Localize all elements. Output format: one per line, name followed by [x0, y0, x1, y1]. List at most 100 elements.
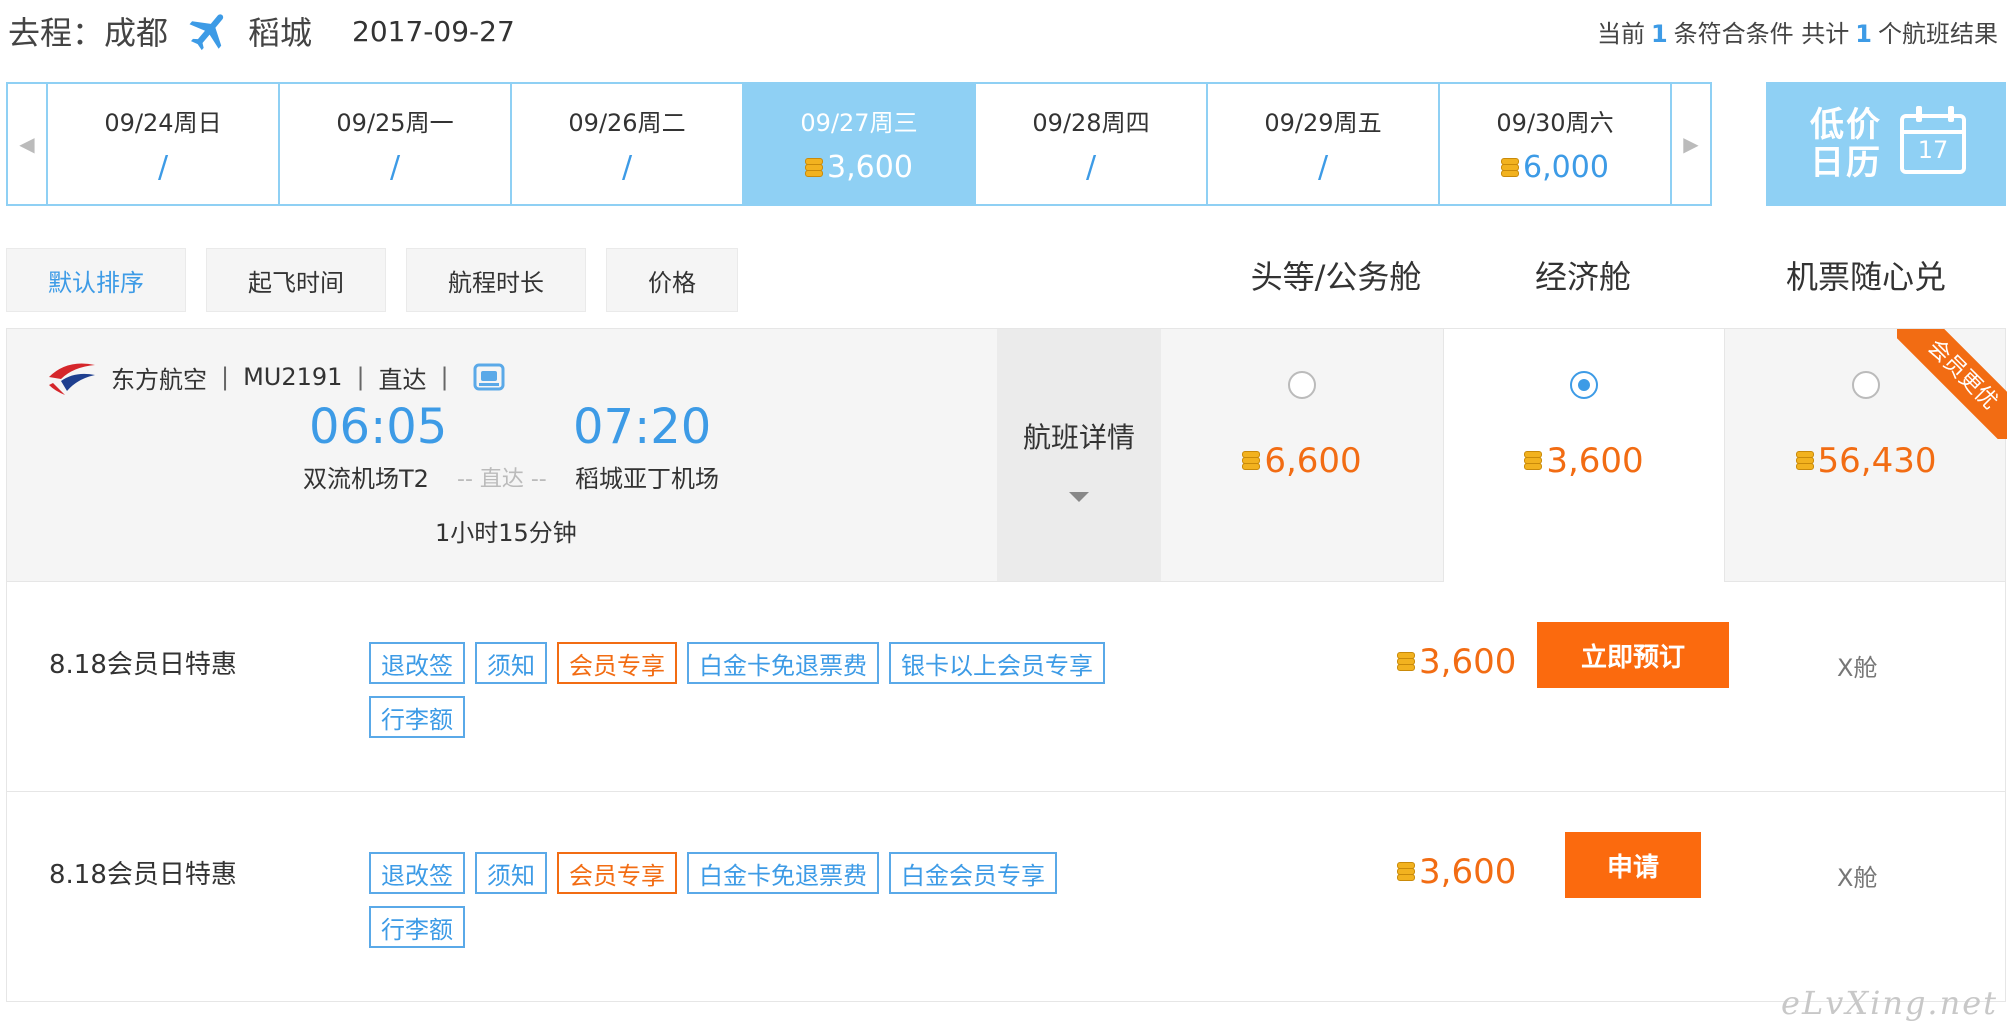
airline-name: 东方航空 [111, 365, 207, 394]
flight-detail-button[interactable]: 航班详情 [997, 329, 1161, 581]
fare-row: 8.18会员日特惠 退改签 须知 会员专享 白金卡免退票费 银卡以上会员专享 行… [6, 582, 2006, 792]
date-cell-selected[interactable]: 09/27周三 3,600 [744, 84, 976, 204]
caret-down-icon [1069, 492, 1089, 502]
tag-member-only[interactable]: 会员专享 [557, 852, 677, 894]
fare-price: 3,600 [1397, 852, 1516, 892]
direct-label: -- 直达 -- [457, 467, 547, 492]
date-price-value: 3,600 [827, 150, 913, 185]
tag-platinum-free-refund[interactable]: 白金卡免退票费 [687, 642, 879, 684]
date-cell[interactable]: 09/30周六 6,000 [1440, 84, 1670, 204]
coin-icon [1795, 451, 1814, 471]
tag-refund-change[interactable]: 退改签 [369, 642, 465, 684]
date-price-value: / [621, 150, 633, 185]
plane-icon [189, 14, 224, 51]
date-price-value: / [1085, 150, 1097, 185]
date-price: / [1318, 150, 1328, 186]
tag-member-only[interactable]: 会员专享 [557, 642, 677, 684]
route-destination: 稻城 [248, 14, 313, 52]
date-label: 09/27周三 [800, 108, 918, 137]
fare-row: 8.18会员日特惠 退改签 须知 会员专享 白金卡免退票费 白金会员专享 行李额… [6, 792, 2006, 1002]
date-label: 09/29周五 [1264, 108, 1382, 137]
fare-class: X舱 [1837, 864, 1878, 892]
apply-button[interactable]: 申请 [1565, 832, 1701, 898]
fare-price-value: 3,600 [1419, 642, 1517, 682]
prev-dates-button[interactable]: ◀ [8, 84, 48, 204]
fare-name: 8.18会员日特惠 [49, 650, 237, 680]
sort-duration-button[interactable]: 航程时长 [406, 248, 586, 312]
chevron-right-icon: ▶ [1683, 132, 1699, 156]
sort-default-button[interactable]: 默认排序 [6, 248, 186, 312]
divider: | [221, 363, 230, 391]
cabin-exchange-option[interactable]: 56,430 会员更优 [1725, 329, 2007, 581]
date-price: / [158, 150, 168, 186]
tag-baggage[interactable]: 行李额 [369, 696, 465, 738]
flight-type: 直达 [378, 365, 427, 394]
date-cell[interactable]: 09/26周二 / [512, 84, 744, 204]
date-price-value: / [157, 150, 169, 185]
tag-refund-change[interactable]: 退改签 [369, 852, 465, 894]
date-label: 09/26周二 [568, 108, 686, 137]
flight-detail-label: 航班详情 [1022, 421, 1135, 454]
route-origin: 去程：成都 [8, 14, 169, 52]
calendar-day: 17 [1917, 136, 1949, 164]
arrival-time: 07:20 [573, 399, 712, 455]
date-cell[interactable]: 09/29周五 / [1208, 84, 1440, 204]
arrival-airport: 稻城亚丁机场 [575, 465, 719, 493]
radio-icon[interactable] [1852, 371, 1880, 399]
tag-notice[interactable]: 须知 [475, 852, 547, 894]
flight-info: 东方航空 | MU2191 | 直达 | [47, 357, 505, 397]
flight-duration: 1小时15分钟 [435, 519, 577, 547]
fare-price-value: 3,600 [1419, 852, 1517, 892]
tag-baggage[interactable]: 行李额 [369, 906, 465, 948]
cabin-price: 56,430 [1795, 441, 1936, 481]
fare-class: X舱 [1837, 654, 1878, 682]
flight-number: MU2191 [243, 363, 343, 391]
date-price-value: 6,000 [1523, 150, 1609, 185]
radio-icon[interactable] [1288, 371, 1316, 399]
date-price-value: / [1317, 150, 1329, 185]
low-price-calendar-button[interactable]: 低价日历 17 [1766, 82, 2006, 206]
date-cell[interactable]: 09/25周一 / [280, 84, 512, 204]
calendar-label: 低价日历 [1810, 105, 1882, 183]
radio-icon[interactable] [1570, 371, 1598, 399]
result-summary: 当前 1 条符合条件 共计 1 个航班结果 [1597, 14, 1998, 49]
coin-icon [1242, 451, 1261, 471]
book-now-button[interactable]: 立即预订 [1537, 622, 1729, 688]
summary-suffix: 个航班结果 [1878, 20, 1998, 48]
sort-price-button[interactable]: 价格 [606, 248, 738, 312]
cabin-first-option[interactable]: 6,600 [1161, 329, 1443, 581]
summary-total: 1 [1855, 20, 1872, 48]
seat-icon[interactable] [473, 363, 505, 391]
tag-platinum-free-refund[interactable]: 白金卡免退票费 [687, 852, 879, 894]
fare-tags: 退改签 须知 会员专享 白金卡免退票费 银卡以上会员专享 行李额 [369, 642, 1129, 738]
airline-logo-icon [49, 363, 95, 395]
sort-departure-button[interactable]: 起飞时间 [206, 248, 386, 312]
date-strip: ◀ 09/24周日 / 09/25周一 / 09/26周二 / 09/27周三 3,60… [6, 82, 1712, 206]
date-price: / [622, 150, 632, 186]
tag-silver-member[interactable]: 银卡以上会员专享 [889, 642, 1105, 684]
column-first-class: 头等/公务舱 [1250, 258, 1422, 296]
date-price: 6,000 [1501, 150, 1609, 186]
cabin-price: 6,600 [1242, 441, 1362, 481]
cabin-price: 3,600 [1524, 441, 1644, 481]
date-cell[interactable]: 09/28周四 / [976, 84, 1208, 204]
next-dates-button[interactable]: ▶ [1670, 84, 1710, 204]
date-cell[interactable]: 09/24周日 / [48, 84, 280, 204]
date-price-value: / [389, 150, 401, 185]
coin-icon [1397, 862, 1415, 882]
fare-tags: 退改签 须知 会员专享 白金卡免退票费 白金会员专享 行李额 [369, 852, 1129, 948]
trip-date: 2017-09-27 [352, 14, 515, 48]
date-label: 09/24周日 [104, 108, 222, 137]
date-label: 09/28周四 [1032, 108, 1150, 137]
departure-airport: 双流机场T2 [303, 465, 429, 493]
fare-price: 3,600 [1397, 642, 1516, 682]
tag-platinum-member[interactable]: 白金会员专享 [889, 852, 1057, 894]
coin-icon [1524, 451, 1543, 471]
date-price: / [390, 150, 400, 186]
date-price: 3,600 [805, 150, 913, 186]
coin-icon [1501, 157, 1520, 178]
cabin-economy-option[interactable]: 3,600 [1443, 329, 1725, 582]
date-price: / [1086, 150, 1096, 186]
tag-notice[interactable]: 须知 [475, 642, 547, 684]
chevron-left-icon: ◀ [19, 132, 35, 156]
